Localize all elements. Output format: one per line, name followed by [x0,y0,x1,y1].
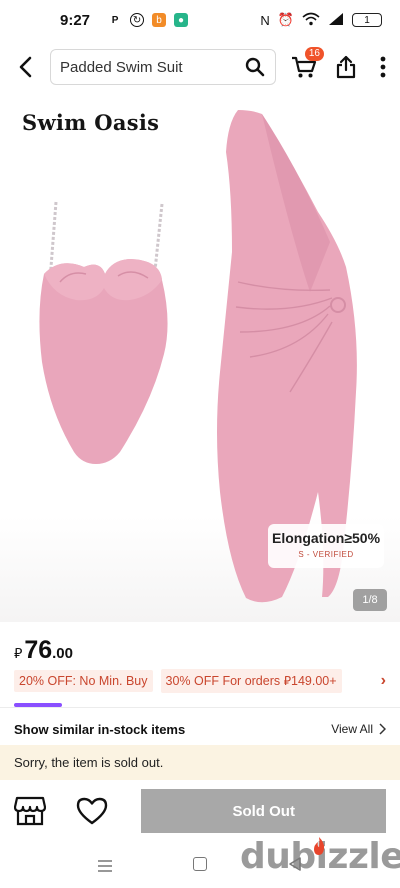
sync-icon: ↻ [130,13,145,27]
similar-items-row[interactable]: Show similar in-stock items View All [0,714,400,744]
search-input[interactable] [60,58,243,76]
chevron-right-icon[interactable]: › [381,672,386,690]
product-image-gallery[interactable]: Swim Oasis Elongation≥50% S - VERIFIED 1… [0,92,400,622]
nfc-icon: N [260,12,270,28]
sold-out-banner: Sorry, the item is sold out. [0,745,400,780]
view-all-label: View All [331,722,373,736]
battery-icon: 1 [352,13,382,27]
status-time: 9:27 [60,11,91,29]
image-counter: 1/8 [353,589,387,611]
elongation-label: Elongation≥50% [271,530,381,546]
price: ⃁ 76 .00 [14,636,73,665]
elongation-badge: Elongation≥50% S - VERIFIED [268,524,384,568]
share-icon [336,55,356,79]
promo-tag: 30% OFF For orders ⃁149.00+ [160,669,342,693]
price-integer: 76 [24,636,53,664]
search-field[interactable] [50,49,276,85]
store-button[interactable] [14,791,46,831]
view-all-link[interactable]: View All [331,722,386,736]
top-bar: 16 [0,44,400,90]
wifi-icon [302,12,320,29]
flame-icon [314,837,325,855]
chevron-left-icon [19,56,32,78]
similar-items-title: Show similar in-stock items [14,721,186,737]
promotions-row[interactable]: 20% OFF: No Min. Buy 30% OFF For orders … [14,669,386,693]
more-options-button[interactable] [366,44,400,90]
status-right: N ⏰ 1 [260,12,382,29]
back-button[interactable] [0,44,50,90]
home-icon[interactable] [193,857,207,871]
wishlist-button[interactable] [74,791,109,831]
cart-count-badge: 16 [304,47,324,61]
pinterest-icon: P [111,14,119,26]
bottom-action-bar: Sold Out [0,782,400,840]
more-vertical-icon [380,56,386,78]
recent-apps-icon[interactable] [96,856,114,876]
status-bar: 9:27 P ↻ b ● N ⏰ 1 [0,0,400,40]
elongation-verified-label: S - VERIFIED [298,550,354,559]
sold-out-button[interactable]: Sold Out [141,789,386,833]
status-left: 9:27 P ↻ b ● [60,11,189,29]
promo-tag: 20% OFF: No Min. Buy [14,670,153,692]
heart-icon [76,797,107,825]
divider [0,707,400,708]
cart-button[interactable]: 16 [282,44,326,90]
share-button[interactable] [326,44,366,90]
orange-app-icon: b [152,13,167,27]
price-decimal: .00 [52,645,73,662]
currency-symbol: ⃁ [14,645,23,661]
store-icon [14,796,46,826]
green-app-icon: ● [174,13,189,27]
search-icon[interactable] [243,55,267,79]
signal-icon [328,12,344,29]
chevron-right-icon [379,723,386,735]
alarm-icon: ⏰ [277,12,294,27]
